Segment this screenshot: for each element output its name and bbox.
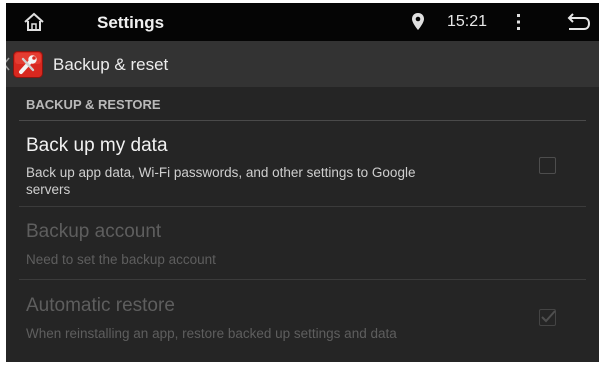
pref-title: Back up my data [26, 135, 168, 156]
back-arrow-icon[interactable] [565, 13, 591, 31]
pref-summary-line: servers [26, 182, 71, 197]
pref-summary-line: Back up app data, Wi-Fi passwords, and o… [26, 165, 416, 180]
preferences-list: BACKUP & RESTORE Back up my data Back up… [6, 87, 599, 362]
pref-backup-account: Backup account Need to set the backup ac… [6, 207, 599, 280]
back-up-checkbox[interactable] [539, 157, 556, 174]
pref-title: Automatic restore [26, 295, 175, 316]
location-pin-icon [411, 12, 425, 32]
section-header: BACKUP & RESTORE [6, 87, 599, 121]
pref-summary: When reinstalling an app, restore backed… [26, 326, 397, 341]
clock: 15:21 [447, 13, 488, 30]
settings-wrench-icon[interactable] [13, 51, 43, 78]
home-icon[interactable] [23, 12, 45, 32]
status-bar-title: Settings [97, 13, 165, 32]
section-header-label: BACKUP & RESTORE [26, 97, 161, 112]
status-bar: Settings 15:21 [6, 3, 599, 41]
action-bar: Backup & reset [6, 41, 599, 87]
chevron-left-icon[interactable] [6, 57, 11, 71]
overflow-menu-icon[interactable] [515, 12, 523, 32]
pref-title: Backup account [26, 221, 162, 242]
pref-back-up-my-data[interactable]: Back up my data Back up app data, Wi-Fi … [6, 121, 599, 207]
checkmark-icon [541, 310, 556, 323]
automatic-restore-checkbox [539, 309, 556, 326]
screen-title: Backup & reset [53, 55, 169, 74]
screen: Settings 15:21 Backup & reset BACKUP & R… [6, 3, 599, 362]
pref-summary: Need to set the backup account [26, 252, 216, 267]
pref-summary: Back up app data, Wi-Fi passwords, and o… [26, 164, 496, 198]
pref-automatic-restore: Automatic restore When reinstalling an a… [6, 280, 599, 362]
